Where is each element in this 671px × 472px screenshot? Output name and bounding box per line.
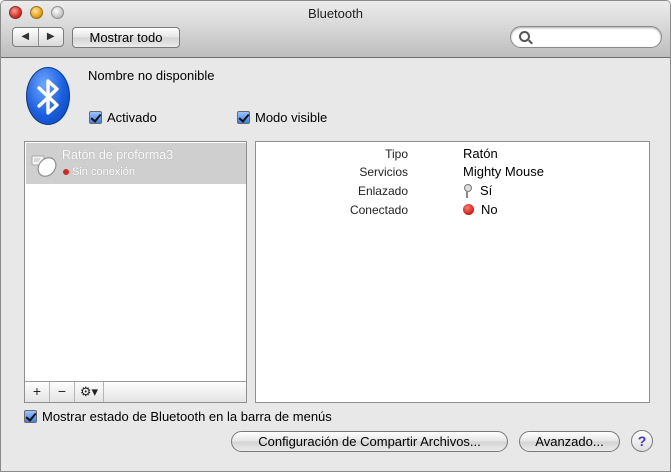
computer-bluetooth-name: Nombre no disponible bbox=[88, 68, 215, 83]
show-in-menubar-label: Mostrar estado de Bluetooth en la barra … bbox=[42, 409, 332, 424]
bluetooth-on-label: Activado bbox=[107, 110, 157, 125]
back-button[interactable]: ◀ bbox=[13, 28, 39, 46]
red-status-icon bbox=[463, 204, 474, 215]
add-device-button[interactable]: + bbox=[25, 382, 50, 402]
show-all-button[interactable]: Mostrar todo bbox=[72, 27, 180, 48]
checkbox-checked-icon[interactable] bbox=[24, 410, 37, 423]
help-button[interactable]: ? bbox=[631, 430, 653, 452]
search-field[interactable] bbox=[510, 26, 662, 48]
show-in-menubar-checkbox[interactable]: Mostrar estado de Bluetooth en la barra … bbox=[24, 409, 332, 424]
detail-row-services: Servicios Mighty Mouse bbox=[256, 164, 649, 182]
device-details-panel: Tipo Ratón Servicios Mighty Mouse Enlaza… bbox=[255, 141, 650, 403]
detail-label: Enlazado bbox=[357, 184, 408, 198]
device-list-toolbar: + − ⚙▾ bbox=[25, 381, 246, 402]
device-name: Ratón de proforma3 bbox=[62, 148, 174, 162]
search-input[interactable] bbox=[535, 29, 655, 45]
key-icon bbox=[463, 183, 472, 198]
advanced-button[interactable]: Avanzado... bbox=[519, 431, 620, 452]
detail-row-type: Tipo Ratón bbox=[256, 146, 649, 164]
device-status: Sin conexión bbox=[63, 166, 135, 178]
remove-device-button[interactable]: − bbox=[50, 382, 75, 402]
detail-value: No bbox=[463, 202, 498, 217]
window-title: Bluetooth bbox=[308, 6, 363, 21]
forward-button[interactable]: ▶ bbox=[39, 28, 64, 46]
detail-label: Conectado bbox=[349, 203, 408, 217]
checkbox-checked-icon[interactable] bbox=[237, 111, 250, 124]
discoverable-label: Modo visible bbox=[255, 110, 328, 125]
back-forward-control: ◀ ▶ bbox=[12, 27, 64, 47]
type-value: Ratón bbox=[463, 146, 498, 161]
search-icon bbox=[519, 31, 530, 42]
device-list: Ratón de proforma3 Sin conexión + − ⚙▾ bbox=[24, 141, 247, 403]
detail-value: Sí bbox=[463, 183, 492, 198]
services-value: Mighty Mouse bbox=[463, 164, 544, 179]
paired-value: Sí bbox=[480, 183, 493, 198]
detail-row-connected: Conectado No bbox=[256, 202, 649, 220]
connected-value: No bbox=[481, 202, 498, 217]
detail-label: Servicios bbox=[359, 165, 408, 179]
bluetooth-preferences-window: Bluetooth ◀ ▶ Mostrar todo Nombre no dis… bbox=[0, 0, 671, 472]
mouse-icon bbox=[31, 155, 57, 177]
discoverable-checkbox[interactable]: Modo visible bbox=[237, 110, 327, 125]
detail-row-paired: Enlazado Sí bbox=[256, 183, 649, 201]
file-sharing-setup-button[interactable]: Configuración de Compartir Archivos... bbox=[231, 431, 508, 452]
device-status-label: Sin conexión bbox=[72, 166, 135, 178]
gear-menu-button[interactable]: ⚙▾ bbox=[75, 382, 104, 402]
checkbox-checked-icon[interactable] bbox=[89, 111, 102, 124]
bluetooth-icon bbox=[26, 67, 70, 125]
disconnected-dot-icon bbox=[63, 169, 69, 175]
list-item[interactable]: Ratón de proforma3 Sin conexión bbox=[26, 143, 246, 184]
detail-label: Tipo bbox=[385, 147, 408, 161]
bluetooth-rune-icon bbox=[37, 79, 59, 115]
bluetooth-on-checkbox[interactable]: Activado bbox=[89, 110, 157, 125]
detail-value: Mighty Mouse bbox=[463, 164, 544, 179]
title-bar: Bluetooth ◀ ▶ Mostrar todo bbox=[1, 1, 670, 58]
detail-value: Ratón bbox=[463, 146, 498, 161]
